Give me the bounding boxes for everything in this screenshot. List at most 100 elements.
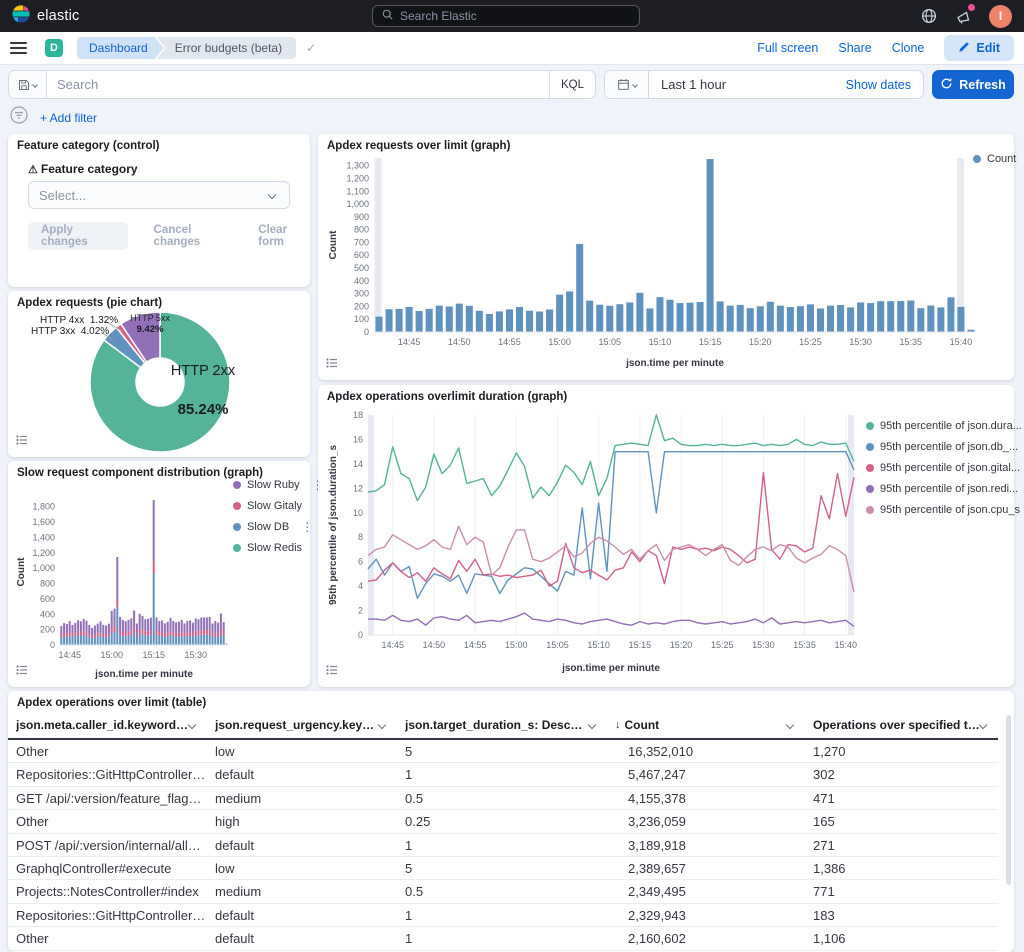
panel-legend-toggle-icon[interactable] <box>16 663 28 681</box>
cancel-changes-button[interactable]: Cancel changes <box>154 224 233 248</box>
svg-text:600: 600 <box>354 250 369 260</box>
legend-item[interactable]: 95th percentile of json.cpu_s <box>866 499 1012 520</box>
svg-text:0: 0 <box>364 327 369 337</box>
panel-legend-toggle-icon[interactable] <box>16 433 28 451</box>
panel-apdex-operations-duration: Apdex operations overlimit duration (gra… <box>318 385 1014 687</box>
legend-label: Slow Ruby <box>247 479 300 491</box>
table-cell: 16,352,010 <box>607 740 805 762</box>
legend-item[interactable]: Slow Gitaly⋮ <box>233 495 307 516</box>
chevron-down-icon <box>378 721 386 729</box>
table-cell: 2,160,602 <box>607 927 805 949</box>
add-filter-button[interactable]: + Add filter <box>40 111 97 125</box>
svg-text:15:25: 15:25 <box>799 337 822 347</box>
pie-label-2xx: HTTP 2xx <box>170 363 236 380</box>
svg-text:1,200: 1,200 <box>346 173 369 183</box>
svg-text:12: 12 <box>353 483 363 493</box>
space-badge[interactable]: D <box>45 39 63 57</box>
filter-menu-icon[interactable] <box>10 106 28 129</box>
clone-button[interactable]: Clone <box>892 41 925 55</box>
svg-text:14:50: 14:50 <box>423 640 446 650</box>
pie-pct-2xx: 85.24% <box>158 401 248 418</box>
table-cell: 1,386 <box>805 857 998 879</box>
svg-text:15:30: 15:30 <box>185 650 208 660</box>
legend-item[interactable]: 95th percentile of json.redi... <box>866 478 1012 499</box>
column-header[interactable]: json.target_duration_s: Descending <box>397 712 607 738</box>
apply-changes-button[interactable]: Apply changes <box>28 222 128 250</box>
elastic-brand[interactable]: elastic <box>12 5 80 28</box>
svg-text:1,000: 1,000 <box>32 563 55 573</box>
svg-text:15:10: 15:10 <box>587 640 610 650</box>
panel-legend-toggle-icon[interactable] <box>326 356 338 374</box>
legend-item[interactable]: 95th percentile of json.dura... <box>866 415 1012 436</box>
svg-text:15:30: 15:30 <box>849 337 872 347</box>
edit-button[interactable]: Edit <box>944 35 1014 61</box>
table-cell: 183 <box>805 904 998 926</box>
svg-text:14:45: 14:45 <box>398 337 421 347</box>
panel-apdex-operations-table: Apdex operations over limit (table) json… <box>8 691 1014 952</box>
legend-item[interactable]: Slow DB⋮ <box>233 516 307 537</box>
menu-hamburger-icon[interactable] <box>10 42 27 54</box>
chevron-down-icon <box>268 191 276 199</box>
refresh-button[interactable]: Refresh <box>932 70 1014 99</box>
clear-form-button[interactable]: Clear form <box>258 224 310 248</box>
svg-text:15:35: 15:35 <box>900 337 923 347</box>
legend-item[interactable]: 95th percentile of json.gital... <box>866 457 1012 478</box>
legend-item[interactable]: Slow Ruby⋮ <box>233 474 307 495</box>
legend-label: Count <box>987 153 1016 165</box>
svg-text:300: 300 <box>354 289 369 299</box>
svg-text:95th percentile of json.durati: 95th percentile of json.duration_s <box>328 445 339 605</box>
bar-chart-legend[interactable]: Count <box>973 153 1016 165</box>
column-header-count[interactable]: ↓ Count <box>607 712 805 738</box>
table-row: GET /api/:version/feature_flags/unleash.… <box>8 787 998 810</box>
header-icons: I <box>919 5 1012 28</box>
legend-item[interactable]: 95th percentile of json.db_... <box>866 436 1012 457</box>
user-avatar[interactable]: I <box>989 5 1012 28</box>
svg-text:15:20: 15:20 <box>670 640 693 650</box>
table-scrollbar[interactable] <box>1006 715 1011 885</box>
breadcrumb-dashboard[interactable]: Dashboard <box>77 37 164 59</box>
table-cell: Repositories::GitHttpController#info_ref… <box>8 763 207 785</box>
chevron-down-icon <box>786 721 794 729</box>
column-header[interactable]: Operations over specified threshold... <box>805 712 998 738</box>
svg-text:15:00: 15:00 <box>505 640 528 650</box>
svg-text:Count: Count <box>328 230 339 260</box>
line-chart-svg: 14:4514:5014:5515:0015:0515:1015:1515:20… <box>324 401 869 679</box>
panel-apdex-requests-pie: Apdex requests (pie chart) HTTP 4xx 1.32… <box>8 291 310 457</box>
column-header[interactable]: json.request_urgency.keyword: Des... <box>207 712 397 738</box>
select-placeholder: Select... <box>39 188 86 203</box>
global-search-input[interactable]: Search Elastic <box>372 5 640 27</box>
kql-language-button[interactable]: KQL <box>549 71 595 98</box>
table-cell: 1 <box>397 927 607 949</box>
edit-button-label: Edit <box>976 41 1000 55</box>
table-cell: default <box>207 927 397 949</box>
table-cell: 0.5 <box>397 880 607 902</box>
newsfeed-icon[interactable] <box>954 6 974 26</box>
svg-text:2: 2 <box>358 606 363 616</box>
saved-query-menu-button[interactable] <box>9 71 47 98</box>
svg-text:200: 200 <box>354 301 369 311</box>
table-cell: 4,155,378 <box>607 787 805 809</box>
time-range-value[interactable]: Last 1 hour <box>649 77 846 92</box>
bar-chart: 01002003004005006007008009001,0001,1001,… <box>324 152 1008 381</box>
table-cell: default <box>207 904 397 926</box>
table-cell: 5 <box>397 740 607 762</box>
feature-category-select[interactable]: Select... <box>28 181 290 209</box>
help-globe-icon[interactable] <box>919 6 939 26</box>
time-picker[interactable]: Last 1 hour Show dates <box>604 70 924 99</box>
table-cell: default <box>207 763 397 785</box>
panel-legend-toggle-icon[interactable] <box>326 663 338 681</box>
column-header[interactable]: json.meta.caller_id.keyword: Desce... <box>8 712 207 738</box>
share-button[interactable]: Share <box>838 41 871 55</box>
calendar-menu-button[interactable] <box>605 71 649 98</box>
full-screen-button[interactable]: Full screen <box>757 41 818 55</box>
legend-item[interactable]: Slow Redis⋮ <box>233 537 307 558</box>
svg-text:15:15: 15:15 <box>629 640 652 650</box>
query-input[interactable]: Search KQL <box>8 70 596 99</box>
calendar-icon <box>617 78 630 91</box>
svg-text:14:50: 14:50 <box>448 337 471 347</box>
legend-menu-icon[interactable]: ⋮ <box>295 520 313 534</box>
table-cell: Other <box>8 810 207 832</box>
svg-text:15:05: 15:05 <box>599 337 622 347</box>
show-dates-button[interactable]: Show dates <box>846 78 923 92</box>
stacked-chart-legend: Slow Ruby⋮Slow Gitaly⋮Slow DB⋮Slow Redis… <box>233 474 307 558</box>
